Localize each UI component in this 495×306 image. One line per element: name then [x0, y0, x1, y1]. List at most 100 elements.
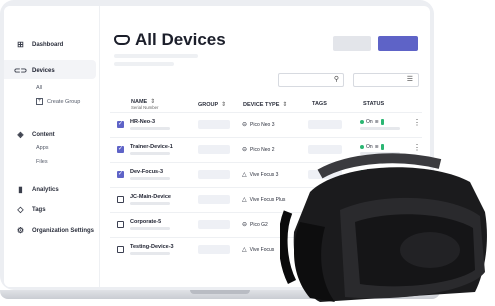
- marketing-composite: ⊞ Dashboard ⊂⊃ Devices All + Create Grou…: [0, 0, 495, 306]
- column-header-tags: TAGS: [312, 101, 327, 107]
- more-options-icon[interactable]: ⋮: [413, 143, 421, 152]
- device-name[interactable]: Trainer-Device-1: [130, 144, 173, 150]
- subtitle-placeholder: [114, 54, 198, 58]
- tags-placeholder: [308, 120, 342, 129]
- sidebar-subitem-all[interactable]: All: [36, 85, 42, 91]
- dashboard-grid-icon: ⊞: [17, 40, 24, 49]
- sidebar-item-analytics[interactable]: ▮ Analytics: [16, 185, 59, 194]
- sidebar-item-label: Dashboard: [32, 41, 64, 48]
- device-type: ⊖ Pico Neo 3: [242, 121, 275, 129]
- secondary-action-button[interactable]: [333, 36, 371, 51]
- group-placeholder: [198, 145, 230, 154]
- sidebar-item-label: Devices: [32, 67, 55, 74]
- vive-icon: △: [242, 172, 247, 178]
- serial-number-placeholder: [130, 252, 170, 255]
- sidebar-subitem-apps[interactable]: Apps: [36, 145, 49, 151]
- table-row[interactable]: ✓ HR-Neo-3 ⊖ Pico Neo 3 On ≋ ⋮: [110, 112, 422, 137]
- row-checkbox[interactable]: [117, 196, 124, 203]
- sidebar-subitem-create-group[interactable]: + Create Group: [36, 98, 80, 105]
- online-dot-icon: [360, 120, 364, 124]
- wifi-icon: ≋: [374, 119, 379, 125]
- row-checkbox[interactable]: ✓: [117, 121, 124, 128]
- sidebar-item-label: Content: [32, 131, 55, 138]
- device-type-text: Pico G2: [250, 221, 268, 228]
- status-sub-placeholder: [360, 127, 400, 130]
- serial-number-placeholder: [130, 227, 170, 230]
- plus-box-icon: +: [36, 98, 43, 105]
- sidebar-item-label: Organization Settings: [32, 227, 95, 234]
- device-type: △ Vive Focus Plus: [242, 196, 285, 204]
- pico-icon: ⊖: [242, 147, 248, 153]
- column-header-label: DEVICE TYPE: [243, 102, 280, 108]
- row-checkbox[interactable]: [117, 221, 124, 228]
- more-options-icon[interactable]: ⋮: [413, 118, 421, 127]
- bar-chart-icon: ▮: [18, 185, 23, 194]
- sort-icon: ⇕: [282, 102, 288, 108]
- device-name[interactable]: JC-Main-Device: [130, 194, 171, 200]
- column-header-status: STATUS: [363, 101, 384, 107]
- laptop-notch: [190, 290, 250, 294]
- vr-headset-image: [280, 153, 487, 302]
- battery-icon: [380, 119, 384, 125]
- serial-number-placeholder: [130, 202, 170, 205]
- column-header-label: TAGS: [312, 101, 327, 107]
- battery-icon: [380, 144, 384, 150]
- sidebar-item-devices[interactable]: ⊂⊃ Devices: [13, 66, 55, 75]
- device-name[interactable]: Dev-Focus-3: [130, 169, 163, 175]
- device-name[interactable]: Corporate-5: [130, 219, 161, 225]
- gear-icon: ⚙: [16, 226, 25, 235]
- vive-icon: △: [242, 247, 247, 253]
- serial-number-placeholder: [130, 152, 170, 155]
- sidebar-item-label: Tags: [32, 206, 46, 213]
- column-header-device-type[interactable]: DEVICE TYPE ⇕: [243, 101, 287, 108]
- column-header-name[interactable]: NAME ⇕ Serial Number: [131, 98, 158, 110]
- device-type-text: Pico Neo 3: [250, 121, 275, 128]
- sort-icon: ⇕: [221, 102, 227, 108]
- device-name[interactable]: HR-Neo-3: [130, 119, 155, 125]
- filter-select[interactable]: ☰: [353, 73, 419, 87]
- vive-icon: △: [242, 197, 247, 203]
- device-type-text: Vive Focus: [249, 246, 275, 253]
- tag-icon: ◇: [17, 205, 24, 214]
- layers-icon: ◈: [17, 130, 24, 139]
- row-checkbox[interactable]: ✓: [117, 171, 124, 178]
- column-header-group[interactable]: GROUP ⇕: [198, 101, 226, 108]
- row-checkbox[interactable]: ✓: [117, 146, 124, 153]
- vr-headset-icon: ⊂⊃: [13, 66, 28, 75]
- subtitle-placeholder: [114, 62, 174, 66]
- column-header-sublabel: Serial Number: [131, 105, 159, 110]
- device-type: △ Vive Focus: [242, 246, 275, 254]
- pico-icon: ⊖: [242, 222, 248, 228]
- column-header-label: GROUP: [198, 102, 219, 108]
- row-checkbox[interactable]: [117, 246, 124, 253]
- sidebar-item-content[interactable]: ◈ Content: [16, 130, 55, 139]
- sidebar-item-tags[interactable]: ◇ Tags: [16, 205, 46, 214]
- sidebar: ⊞ Dashboard ⊂⊃ Devices All + Create Grou…: [4, 6, 100, 287]
- group-placeholder: [198, 220, 230, 229]
- sidebar-item-label: Analytics: [32, 186, 59, 193]
- status-text: On: [366, 144, 373, 150]
- sidebar-item-dashboard[interactable]: ⊞ Dashboard: [16, 40, 63, 49]
- group-placeholder: [198, 245, 230, 254]
- pico-icon: ⊖: [242, 122, 248, 128]
- device-name[interactable]: Testing-Device-3: [130, 244, 174, 250]
- search-icon: ⚲: [333, 76, 339, 83]
- status-indicator: On ≋: [360, 119, 384, 125]
- sidebar-subitem-files[interactable]: Files: [36, 159, 48, 165]
- serial-number-placeholder: [130, 127, 170, 130]
- filter-icon: ☰: [406, 76, 413, 83]
- device-type: ⊖ Pico G2: [242, 221, 268, 229]
- primary-action-button[interactable]: [378, 36, 418, 51]
- status-text: On: [366, 119, 373, 125]
- device-type: ⊖ Pico Neo 2: [242, 146, 275, 154]
- search-input[interactable]: ⚲: [278, 73, 344, 87]
- page-title: All Devices: [114, 30, 226, 50]
- group-placeholder: [198, 195, 230, 204]
- online-dot-icon: [360, 145, 364, 149]
- column-header-label: STATUS: [363, 101, 385, 107]
- status-indicator: On ≋: [360, 144, 384, 150]
- sidebar-subitem-label: Create Group: [47, 98, 81, 105]
- serial-number-placeholder: [130, 177, 170, 180]
- device-type-text: Pico Neo 2: [250, 146, 275, 153]
- sidebar-item-organization-settings[interactable]: ⚙ Organization Settings: [16, 226, 94, 235]
